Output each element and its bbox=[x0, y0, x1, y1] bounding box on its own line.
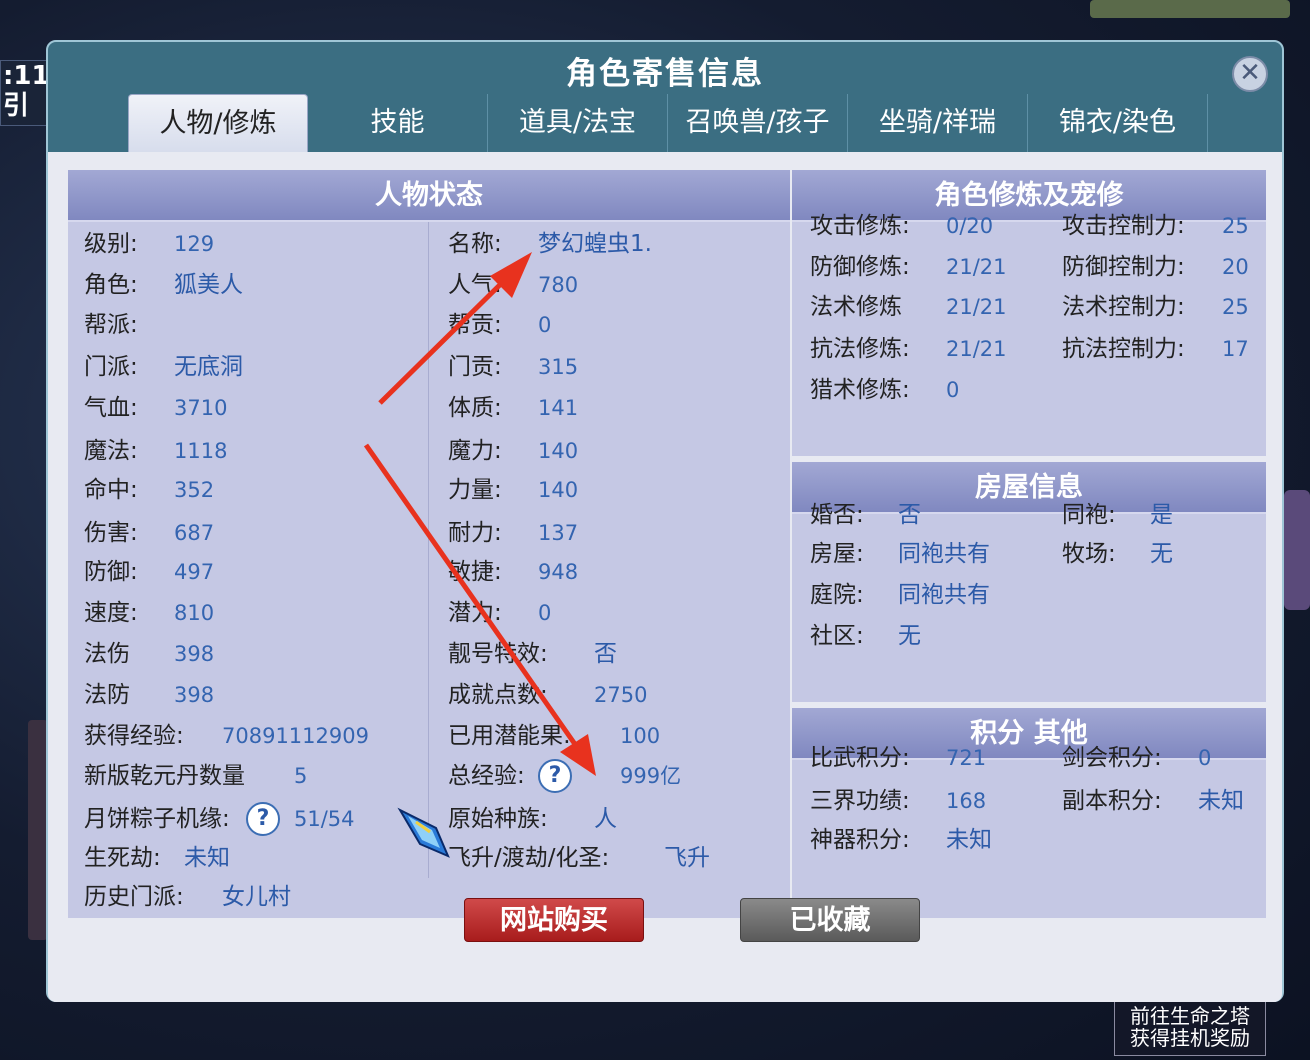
arrow-to-name bbox=[378, 263, 522, 405]
arrow-head bbox=[560, 734, 596, 776]
annotation-arrows bbox=[363, 252, 596, 776]
arrow-to-total-exp bbox=[363, 443, 589, 762]
